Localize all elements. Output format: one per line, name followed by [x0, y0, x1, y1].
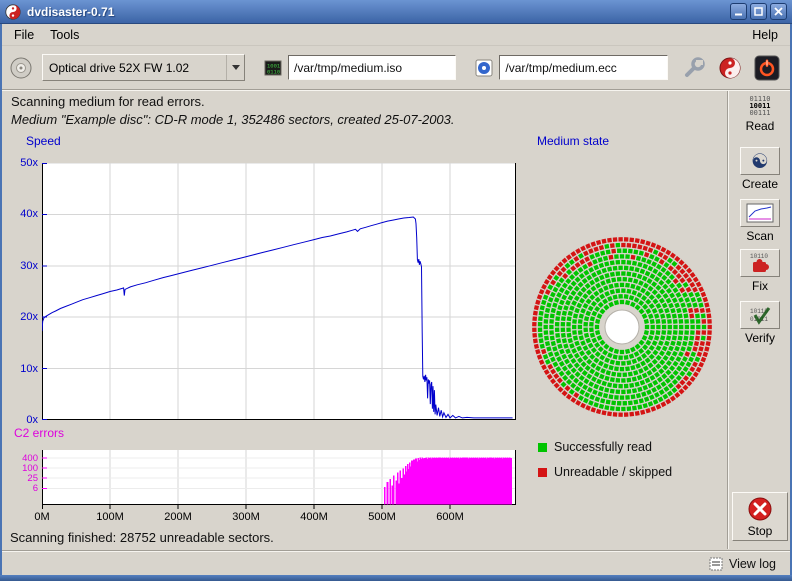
app-icon	[5, 4, 21, 20]
speed-chart	[42, 163, 516, 420]
binary-read-icon: 01110 10011 00111	[749, 96, 770, 117]
yinyang-icon: ☯	[740, 147, 780, 175]
view-log-button[interactable]: View log	[703, 555, 782, 573]
menu-tools[interactable]: Tools	[44, 26, 85, 44]
status-bar-text: Scanning finished: 28752 unreadable sect…	[10, 530, 274, 545]
toolbar: Optical drive 52X FW 1.02 1001 0110	[2, 46, 790, 90]
ecc-file-icon	[474, 58, 494, 78]
verify-check-icon: 10110 01011	[740, 301, 780, 329]
bottom-bar: View log	[2, 552, 790, 575]
view-log-icon	[709, 557, 723, 571]
scan-chart-icon	[740, 199, 780, 227]
scan-button[interactable]: Scan	[732, 197, 788, 243]
speed-y-tick-label: 0x	[8, 414, 38, 426]
read-button-label: Read	[746, 119, 775, 133]
verify-button-label: Verify	[745, 331, 775, 345]
speed-chart-title: Speed	[26, 134, 61, 148]
iso-file-input[interactable]	[288, 55, 457, 80]
log-button[interactable]	[715, 52, 747, 84]
speed-y-tick-label: 10x	[8, 363, 38, 375]
speed-y-tick-label: 50x	[8, 157, 38, 169]
menu-file[interactable]: File	[8, 26, 40, 44]
info-area: Scanning medium for read errors. Medium …	[2, 91, 726, 131]
stop-button-label: Stop	[748, 524, 773, 538]
maximize-button[interactable]	[750, 3, 767, 20]
x-axis-tick-label: 0M	[20, 511, 64, 523]
medium-state-title: Medium state	[537, 134, 609, 148]
stop-icon	[747, 496, 773, 522]
status-line-2: Medium "Example disc": CD-R mode 1, 3524…	[11, 111, 717, 129]
minimize-button[interactable]	[730, 3, 747, 20]
view-log-label: View log	[729, 557, 776, 571]
drive-icon	[9, 56, 33, 80]
c2-error-chart	[42, 450, 516, 505]
x-axis-tick-label: 300M	[224, 511, 268, 523]
sidebar-separator	[727, 91, 729, 549]
speed-y-tick-label: 40x	[8, 208, 38, 220]
svg-text:0110: 0110	[267, 68, 280, 75]
window-frame-bottom	[0, 575, 792, 581]
c2-chart-title: C2 errors	[14, 426, 64, 440]
create-button-label: Create	[742, 177, 778, 191]
drive-select-value: Optical drive 52X FW 1.02	[43, 61, 226, 75]
verify-button[interactable]: 10110 01011 Verify	[732, 299, 788, 345]
puzzle-fix-icon: 10110	[740, 249, 780, 277]
c2-y-tick-label: 6	[8, 483, 38, 494]
sidebar: 01110 10011 00111 Read ☯ Create Scan	[730, 92, 790, 549]
preferences-button[interactable]	[678, 52, 710, 84]
svg-text:10110: 10110	[750, 253, 768, 260]
stop-button[interactable]: Stop	[732, 492, 788, 541]
scan-button-label: Scan	[746, 229, 773, 243]
menubar: File Tools Help	[2, 24, 790, 46]
x-axis-tick-label: 200M	[156, 511, 200, 523]
window-title: dvdisaster-0.71	[27, 5, 114, 19]
dvdisaster-logo-icon	[718, 56, 742, 80]
speed-y-tick-label: 30x	[8, 260, 38, 272]
power-icon	[754, 55, 780, 81]
quit-button[interactable]	[751, 52, 783, 84]
legend-swatch-bad	[538, 468, 547, 477]
legend-swatch-good	[538, 443, 547, 452]
maximize-icon	[754, 7, 763, 16]
x-axis-tick-label: 100M	[88, 511, 132, 523]
x-axis-tick-label: 600M	[428, 511, 472, 523]
x-axis-tick-label: 400M	[292, 511, 336, 523]
titlebar[interactable]: dvdisaster-0.71	[0, 0, 792, 24]
app-window: dvdisaster-0.71 File Tools Help	[0, 0, 792, 581]
menu-help[interactable]: Help	[746, 26, 784, 44]
minimize-icon	[734, 7, 743, 16]
fix-button-label: Fix	[752, 279, 768, 293]
fix-button[interactable]: 10110 Fix	[732, 247, 788, 293]
ecc-file-input[interactable]	[499, 55, 668, 80]
create-button[interactable]: ☯ Create	[732, 145, 788, 191]
legend-label-bad: Unreadable / skipped	[554, 465, 672, 479]
speed-y-tick-label: 20x	[8, 311, 38, 323]
drive-select[interactable]: Optical drive 52X FW 1.02	[42, 54, 245, 81]
iso-file-icon: 1001 0110	[263, 58, 283, 78]
combo-arrow-icon	[226, 55, 244, 80]
close-button[interactable]	[770, 3, 787, 20]
legend-label-good: Successfully read	[554, 440, 652, 454]
main-area: Speed 50x 40x 30x 20x 10x 0x C2 errors 4…	[2, 132, 728, 530]
legend-item-bad: Unreadable / skipped	[538, 465, 672, 479]
medium-state-disc	[530, 235, 714, 419]
x-axis-tick-label: 500M	[360, 511, 404, 523]
read-button[interactable]: 01110 10011 00111 Read	[732, 94, 788, 133]
close-icon	[774, 7, 783, 16]
wrench-icon	[682, 56, 706, 80]
legend-item-good: Successfully read	[538, 440, 652, 454]
status-line-1: Scanning medium for read errors.	[11, 93, 717, 111]
